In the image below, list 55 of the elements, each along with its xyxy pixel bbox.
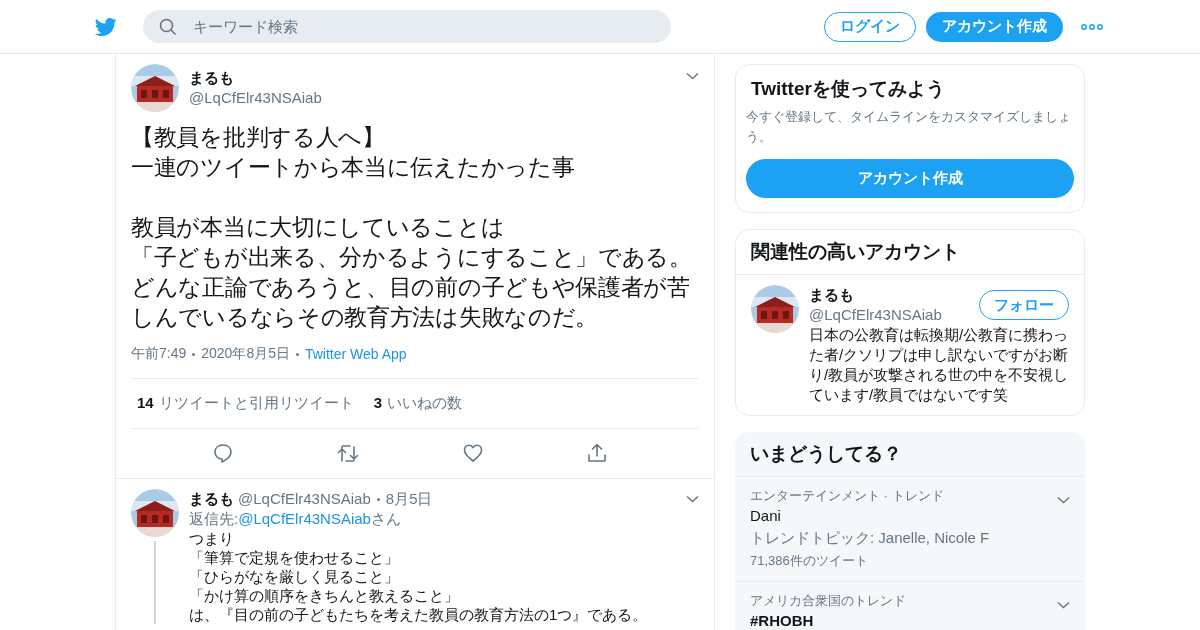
trend-item[interactable]: エンターテインメント · トレンド Dani トレンドトピック: Janelle, Nicole F 71,386件のツイート bbox=[735, 477, 1085, 582]
signup-button[interactable]: アカウント作成 bbox=[926, 11, 1063, 42]
tweet-date[interactable]: 8月5日 bbox=[385, 489, 433, 509]
honorific-text: さん bbox=[370, 510, 401, 527]
card-title: いまどうしてる？ bbox=[735, 432, 1085, 477]
author-name[interactable]: まるも bbox=[189, 68, 676, 88]
stat-label[interactable]: いいねの数 bbox=[387, 394, 463, 411]
tweet-text: 「子どもが出来る、分かるようにすること」である。 bbox=[131, 243, 693, 272]
tweet-text: 「筆算で定規を使わせること」 bbox=[189, 548, 400, 567]
mention-link[interactable]: @LqCfElr43NSAiab bbox=[238, 510, 371, 527]
more-icon[interactable] bbox=[1081, 23, 1103, 30]
heart-icon[interactable] bbox=[463, 443, 483, 463]
tweet-time: 午前7:49 bbox=[131, 345, 187, 363]
tweet-text: 【教員を批判する人へ】 bbox=[131, 123, 386, 152]
search-field[interactable]: キーワード検索 bbox=[143, 10, 671, 43]
login-button[interactable]: ログイン bbox=[824, 11, 916, 42]
tweet-text: どんな正論であろうと、目の前の子どもや保護者が苦しんでいるならその教育方法は失敗なのだ。 bbox=[131, 273, 691, 332]
follow-button[interactable]: フォロー bbox=[979, 290, 1069, 320]
source-link[interactable]: Twitter Web App bbox=[304, 346, 407, 362]
caret-icon[interactable] bbox=[686, 72, 699, 80]
account-handle[interactable]: @LqCfElr43NSAiab bbox=[809, 305, 979, 325]
trend-context: アメリカ合衆国のトレンド bbox=[750, 592, 906, 610]
author-name[interactable]: まるも bbox=[189, 489, 234, 509]
retweet-icon[interactable] bbox=[337, 443, 359, 464]
trend-topics: トレンドトピック: Janelle, Nicole F bbox=[750, 528, 991, 548]
tweet-date: 2020年8月5日 bbox=[201, 345, 290, 363]
trend-name: #RHOBH bbox=[750, 611, 815, 630]
reply-to-label: 返信先: bbox=[189, 510, 239, 527]
tweet-text: 「ひらがなを厳しく見ること」 bbox=[189, 567, 400, 586]
stat-count[interactable]: 14 bbox=[137, 394, 154, 411]
author-handle[interactable]: @LqCfElr43NSAiab bbox=[189, 88, 676, 108]
trend-context: エンターテインメント · トレンド bbox=[750, 487, 944, 505]
trend-name: Dani bbox=[750, 506, 782, 526]
reply-icon[interactable] bbox=[213, 443, 233, 464]
stat-label[interactable]: リツイートと引用リツイート bbox=[158, 394, 354, 411]
trend-item[interactable]: アメリカ合衆国のトレンド #RHOBH bbox=[735, 582, 1085, 630]
card-title: 関連性の高いアカウント bbox=[736, 230, 1084, 275]
tweet-text: 一連のツイートから本当に伝えたかった事 bbox=[131, 153, 576, 182]
account-bio: 日本の公教育は転換期/公教育に携わった者/クソリプは申し訳ないですがお断り/教員が攻撃される世の中を不安視しています/教員ではないです笑 bbox=[809, 325, 1069, 405]
caret-icon[interactable] bbox=[1057, 601, 1070, 609]
tweet-count: 71,386件のツイート bbox=[750, 552, 869, 570]
tweet-text: 教員が本当に大切にしていることは bbox=[131, 213, 506, 242]
bird-logo-icon[interactable] bbox=[93, 15, 119, 38]
tweet-text: は、『目の前の子どもたちを考えた教員の教育方法の1つ』である。 bbox=[189, 605, 649, 624]
share-icon[interactable] bbox=[587, 443, 607, 463]
stat-count[interactable]: 3 bbox=[373, 394, 383, 411]
author-handle[interactable]: @LqCfElr43NSAiab bbox=[238, 489, 371, 509]
tweet-text: 「かけ算の順序をきちんと教えること」 bbox=[189, 586, 460, 605]
caret-icon[interactable] bbox=[686, 495, 699, 503]
card-text: 今すぐ登録して、タイムラインをカスタマイズしましょう。 bbox=[746, 108, 1072, 146]
signup-button[interactable]: アカウント作成 bbox=[746, 159, 1074, 198]
caret-icon[interactable] bbox=[1057, 496, 1070, 504]
tweet-text: つまり bbox=[189, 529, 235, 548]
account-name[interactable]: まるも bbox=[809, 285, 979, 305]
card-title: Twitterを使ってみよう bbox=[750, 77, 946, 101]
